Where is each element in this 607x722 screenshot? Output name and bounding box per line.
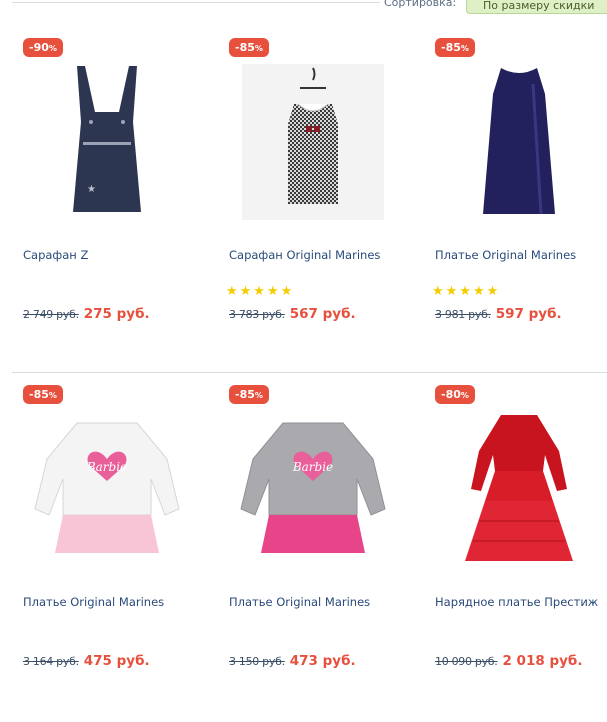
product-image[interactable]: Barbie: [22, 409, 192, 569]
price-block: 3 164 руб. 475 руб.: [23, 650, 150, 669]
price-block: 3 981 руб. 597 руб.: [435, 303, 562, 322]
sort-label: Сортировка:: [384, 0, 457, 9]
product-card[interactable]: -85% Платье Original Marines ★★★★★ 3 981…: [424, 26, 607, 366]
product-card[interactable]: -85% Сарафан Original Marines ★★★★★ 3 78…: [218, 26, 416, 366]
discount-badge: -85%: [23, 385, 63, 404]
product-row: -90% ★ Сарафан Z 2 749 руб. 275 руб. -85%: [12, 26, 607, 372]
new-price: 567 руб.: [289, 306, 356, 322]
rating-stars: ★★★★★: [432, 284, 501, 299]
discount-value: -85: [235, 41, 255, 54]
product-image[interactable]: [434, 62, 604, 222]
discount-value: -85: [29, 388, 49, 401]
new-price: 475 руб.: [83, 653, 150, 669]
discount-value: -85: [441, 41, 461, 54]
old-price: 10 090 руб.: [435, 655, 498, 668]
product-row: -85% Barbie Платье Original Marines 3 16…: [12, 372, 607, 718]
discount-badge: -85%: [435, 38, 475, 57]
old-price: 3 981 руб.: [435, 308, 491, 321]
new-price: 275 руб.: [83, 306, 150, 322]
price-block: 3 150 руб. 473 руб.: [229, 650, 356, 669]
product-card[interactable]: -90% ★ Сарафан Z 2 749 руб. 275 руб.: [12, 26, 210, 366]
discount-value: -80: [441, 388, 461, 401]
discount-badge: -85%: [229, 385, 269, 404]
product-card[interactable]: -80% Нарядное платье Престиж 10 090 руб.…: [424, 373, 607, 713]
product-card[interactable]: -85% Barbie Платье Original Marines 3 15…: [218, 373, 416, 713]
svg-text:★: ★: [87, 184, 96, 195]
discount-unit: %: [460, 391, 469, 400]
houndstooth-dress-image: [242, 64, 384, 220]
denim-pinafore-image: ★: [73, 66, 141, 212]
product-image[interactable]: ★: [22, 62, 192, 222]
navy-dress-image: [483, 68, 555, 215]
product-title[interactable]: Платье Original Marines: [23, 595, 164, 609]
product-title[interactable]: Платье Original Marines: [229, 595, 370, 609]
old-price: 3 783 руб.: [229, 308, 285, 321]
product-card[interactable]: -85% Barbie Платье Original Marines 3 16…: [12, 373, 210, 713]
sort-bar: Сортировка: По размеру скидки: [0, 0, 607, 20]
product-grid: -90% ★ Сарафан Z 2 749 руб. 275 руб. -85%: [12, 26, 607, 718]
discount-unit: %: [48, 44, 57, 53]
new-price: 473 руб.: [289, 653, 356, 669]
product-image[interactable]: [228, 62, 398, 222]
divider: [12, 2, 380, 3]
discount-value: -90: [29, 41, 49, 54]
price-block: 2 749 руб. 275 руб.: [23, 303, 150, 322]
product-title[interactable]: Сарафан Original Marines: [229, 248, 380, 262]
rating-stars: ★★★★★: [226, 284, 295, 299]
discount-badge: -85%: [229, 38, 269, 57]
discount-badge: -90%: [23, 38, 63, 57]
discount-unit: %: [254, 391, 263, 400]
price-block: 10 090 руб. 2 018 руб.: [435, 650, 582, 669]
product-title[interactable]: Платье Original Marines: [435, 248, 576, 262]
grey-barbie-dress-image: Barbie: [240, 422, 386, 553]
barbie-text: Barbie: [86, 460, 127, 474]
discount-unit: %: [460, 44, 469, 53]
product-title[interactable]: Нарядное платье Престиж: [435, 595, 598, 609]
white-barbie-dress-image: Barbie: [34, 422, 180, 553]
barbie-text: Barbie: [292, 460, 333, 474]
discount-unit: %: [254, 44, 263, 53]
price-block: 3 783 руб. 567 руб.: [229, 303, 356, 322]
sort-select[interactable]: По размеру скидки: [466, 0, 607, 14]
new-price: 2 018 руб.: [502, 653, 583, 669]
discount-value: -85: [235, 388, 255, 401]
old-price: 3 164 руб.: [23, 655, 79, 668]
red-lace-gown-image: [465, 415, 573, 561]
discount-unit: %: [48, 391, 57, 400]
product-title[interactable]: Сарафан Z: [23, 248, 88, 262]
old-price: 3 150 руб.: [229, 655, 285, 668]
old-price: 2 749 руб.: [23, 308, 79, 321]
product-image[interactable]: [434, 409, 604, 569]
discount-badge: -80%: [435, 385, 475, 404]
product-image[interactable]: Barbie: [228, 409, 398, 569]
new-price: 597 руб.: [495, 306, 562, 322]
